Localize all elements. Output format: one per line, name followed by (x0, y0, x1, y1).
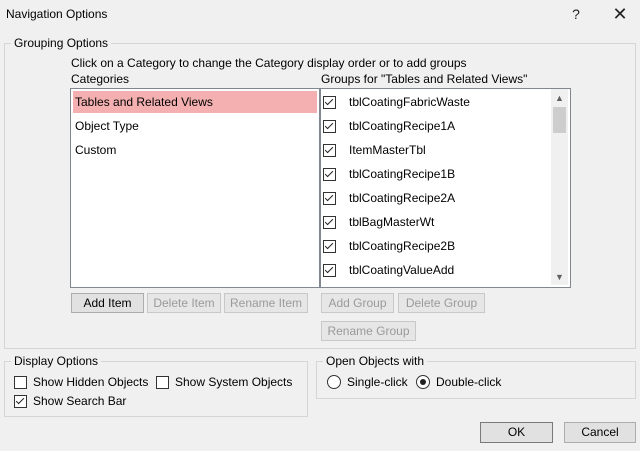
category-item[interactable]: Tables and Related Views (73, 91, 317, 113)
groups-label: Groups for "Tables and Related Views" (321, 72, 528, 86)
delete-group-button[interactable]: Delete Group (398, 293, 485, 313)
group-checkbox[interactable] (323, 263, 336, 277)
grouping-hint: Click on a Category to change the Catego… (71, 56, 467, 70)
group-label: ItemMasterTbl (349, 143, 426, 157)
show-hidden-checkbox[interactable] (14, 375, 27, 389)
show-search-label: Show Search Bar (33, 394, 127, 408)
delete-item-button[interactable]: Delete Item (147, 293, 221, 313)
show-system-checkbox[interactable] (156, 375, 169, 389)
show-system-option[interactable]: Show System Objects (156, 375, 292, 389)
group-label: tblCoatingRecipe1A (349, 119, 456, 133)
add-item-button[interactable]: Add Item (71, 293, 144, 313)
ok-button[interactable]: OK (480, 422, 553, 443)
single-click-label: Single-click (347, 375, 408, 389)
rename-item-button[interactable]: Rename Item (224, 293, 308, 313)
group-label: tblCoatingRecipe1B (349, 167, 456, 181)
single-click-option[interactable]: Single-click (327, 375, 408, 389)
category-item[interactable]: Object Type (73, 115, 317, 137)
group-label: tblBagMasterWt (349, 215, 435, 229)
help-button[interactable]: ? (556, 0, 596, 28)
categories-list[interactable]: Tables and Related Views Object Type Cus… (70, 88, 320, 288)
display-options-group: Display Options (4, 354, 308, 417)
show-search-option[interactable]: Show Search Bar (14, 394, 126, 408)
double-click-option[interactable]: Double-click (416, 375, 501, 389)
open-objects-label: Open Objects with (323, 354, 428, 368)
groups-list[interactable]: tblCoatingFabricWaste tblCoatingRecipe1A… (320, 88, 571, 288)
category-item[interactable]: Custom (73, 139, 317, 161)
group-checkbox[interactable] (323, 95, 336, 109)
group-row[interactable]: ItemMasterTbl (323, 139, 426, 161)
group-label: tblCoatingValueAdd (349, 263, 455, 277)
group-label: tblCoatingRecipe2A (349, 191, 456, 205)
group-label: tblCoatingRecipe2B (349, 239, 456, 253)
group-label: tblCoatingFabricWaste (349, 95, 470, 109)
group-row[interactable]: tblCoatingRecipe2B (323, 235, 455, 257)
display-options-label: Display Options (11, 354, 102, 368)
group-checkbox[interactable] (323, 167, 336, 181)
group-row[interactable]: tblBagMasterWt (323, 211, 434, 233)
group-checkbox[interactable] (323, 119, 336, 133)
groups-scrollbar[interactable]: ▲ ▼ (551, 89, 568, 285)
grouping-options-label: Grouping Options (11, 36, 112, 50)
group-row[interactable]: tblCoatingRecipe1B (323, 163, 455, 185)
group-row[interactable]: tblCoatingRecipe2A (323, 187, 455, 209)
rename-group-button[interactable]: Rename Group (321, 321, 416, 341)
group-checkbox[interactable] (323, 239, 336, 253)
scrollbar-thumb[interactable] (553, 107, 566, 133)
close-button[interactable]: ✕ (600, 0, 640, 28)
group-checkbox[interactable] (323, 191, 336, 205)
show-search-checkbox[interactable] (14, 394, 27, 408)
group-row[interactable]: tblCoatingValueAdd (323, 259, 454, 281)
single-click-radio[interactable] (327, 375, 341, 389)
categories-label: Categories (71, 72, 130, 86)
show-hidden-option[interactable]: Show Hidden Objects (14, 375, 148, 389)
show-hidden-label: Show Hidden Objects (33, 375, 149, 389)
cancel-button[interactable]: Cancel (564, 422, 636, 443)
group-row[interactable]: tblCoatingRecipe1A (323, 115, 455, 137)
window-title: Navigation Options (6, 7, 108, 21)
group-row[interactable]: tblCoatingFabricWaste (323, 91, 470, 113)
group-checkbox[interactable] (323, 215, 336, 229)
double-click-label: Double-click (436, 375, 502, 389)
show-system-label: Show System Objects (175, 375, 293, 389)
group-checkbox[interactable] (323, 143, 336, 157)
double-click-radio[interactable] (416, 375, 430, 389)
add-group-button[interactable]: Add Group (321, 293, 394, 313)
chevron-up-icon[interactable]: ▲ (551, 89, 568, 106)
chevron-down-icon[interactable]: ▼ (551, 268, 568, 285)
